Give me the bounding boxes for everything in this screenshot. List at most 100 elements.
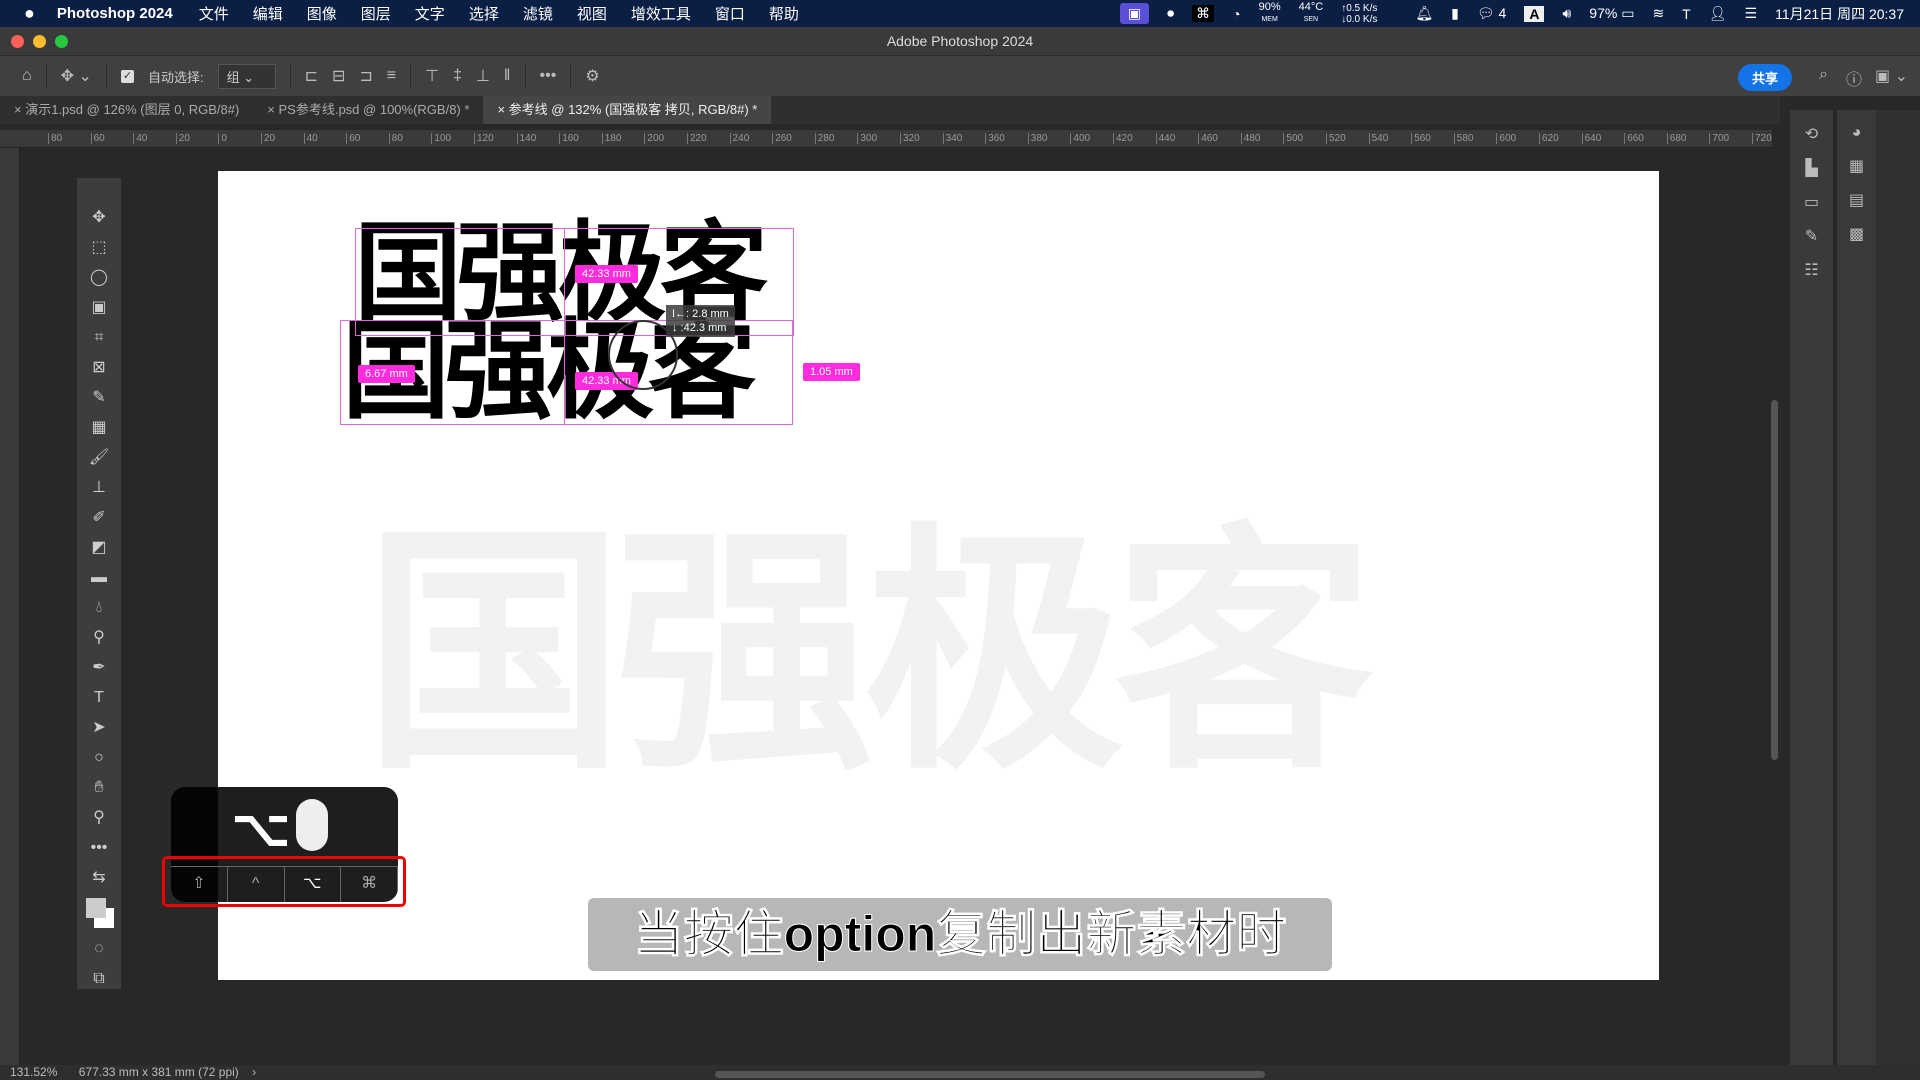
- clock[interactable]: 11月21日 周四 20:37: [1775, 4, 1904, 24]
- ruler-label: 460: [1198, 133, 1218, 144]
- tab-ps-guides[interactable]: × PS参考线.psd @ 100%(RGB/8) *: [253, 96, 483, 124]
- brush-tool[interactable]: 🖌︎: [84, 448, 114, 468]
- chevron-right-icon[interactable]: ›: [242, 1065, 256, 1079]
- menu-view[interactable]: 视图: [577, 3, 607, 24]
- command-icon[interactable]: ⌘: [1192, 5, 1215, 22]
- zoom-level[interactable]: 131.52%: [0, 1065, 57, 1079]
- menu-help[interactable]: 帮助: [769, 3, 799, 24]
- bell-icon[interactable]: 🔔︎: [1415, 5, 1433, 22]
- marquee-tool[interactable]: ⬚: [84, 238, 114, 258]
- zoom-window-button[interactable]: [55, 35, 68, 48]
- document-canvas[interactable]: 国强极客 国强极客 国强极客 42.33 mm 42.33 mm 6.67 mm…: [218, 171, 1659, 980]
- menu-file[interactable]: 文件: [199, 3, 229, 24]
- battery[interactable]: 97% ▭: [1589, 5, 1634, 22]
- comments-icon[interactable]: ▭: [1804, 192, 1819, 212]
- document-info[interactable]: 677.33 mm x 381 mm (72 ppi): [61, 1065, 239, 1079]
- gradient-tool[interactable]: ▬: [84, 568, 114, 588]
- pin-icon[interactable]: T: [1682, 6, 1691, 22]
- minimize-window-button[interactable]: [33, 35, 46, 48]
- align-top-icon[interactable]: ⊤: [425, 66, 439, 86]
- user-icon[interactable]: 👤︎: [1709, 5, 1727, 22]
- move-tool-icon[interactable]: ✥ ⌄: [61, 66, 92, 86]
- menu-image[interactable]: 图像: [307, 3, 337, 24]
- dodge-tool[interactable]: ⚲: [84, 628, 114, 648]
- horizontal-ruler[interactable]: 80 60 40 20 0 20 40 60 80 100 120 140 160 180 200 220 24…: [0, 130, 1772, 148]
- healing-tool[interactable]: ▦: [84, 418, 114, 438]
- tab-demo1[interactable]: × 演示1.psd @ 126% (图层 0, RGB/8#): [0, 96, 253, 124]
- more-icon[interactable]: •••: [540, 67, 557, 85]
- plugins-icon[interactable]: ▙: [1805, 158, 1817, 178]
- swatches-icon[interactable]: ▦: [1849, 156, 1864, 176]
- menu-window[interactable]: 窗口: [715, 3, 745, 24]
- patterns-icon[interactable]: ▩: [1849, 224, 1864, 244]
- align-bottom-icon[interactable]: ⊥: [476, 66, 490, 86]
- vertical-ruler[interactable]: [0, 148, 20, 1065]
- frame-tool[interactable]: ⊠: [84, 358, 114, 378]
- menu-edit[interactable]: 编辑: [253, 3, 283, 24]
- auto-select-checkbox[interactable]: ✓: [120, 69, 134, 83]
- distribute-vertical-icon[interactable]: ‖: [504, 67, 511, 85]
- close-window-button[interactable]: [11, 35, 24, 48]
- screen-share-icon[interactable]: ▣: [1119, 3, 1150, 24]
- swap-colors-icon[interactable]: ⇆: [84, 868, 114, 888]
- auto-select-dropdown[interactable]: 组 ⌄: [217, 63, 276, 89]
- more-tools-icon[interactable]: •••: [84, 838, 114, 858]
- eyedropper-tool[interactable]: ✎: [84, 388, 114, 408]
- type-tool[interactable]: T: [84, 688, 114, 708]
- align-center-icon[interactable]: ⊟: [332, 66, 345, 86]
- wifi-icon[interactable]: ≋: [1652, 5, 1664, 22]
- options-bar: ⌂ ✥ ⌄ ✓ 自动选择: 组 ⌄ ⊏ ⊟ ⊐ ≡ ⊤ ‡ ⊥ ‖ ••• ⚙ …: [0, 56, 1920, 96]
- lasso-tool[interactable]: ◯: [84, 268, 114, 288]
- eraser-tool[interactable]: ◩: [84, 538, 114, 558]
- menu-layer[interactable]: 图层: [361, 3, 391, 24]
- adjust-icon[interactable]: ☷: [1804, 260, 1818, 280]
- quick-mask-icon[interactable]: ◌: [84, 939, 114, 959]
- color-swatches[interactable]: [84, 898, 114, 929]
- crop-tool[interactable]: ⌗: [84, 328, 114, 348]
- screen-mode-icon[interactable]: ⧉: [84, 969, 114, 989]
- record-icon[interactable]: ⏺: [1167, 5, 1174, 22]
- pen-tool[interactable]: ✒: [84, 658, 114, 678]
- apple-icon[interactable]: ●: [24, 3, 35, 24]
- mem-stat[interactable]: 90% MEM: [1259, 2, 1281, 25]
- menu-filter[interactable]: 滤镜: [523, 3, 553, 24]
- help-icon[interactable]: ⓘ: [1846, 66, 1862, 90]
- distribute-icon[interactable]: ≡: [387, 67, 396, 85]
- zoom-tool[interactable]: ⚲: [84, 808, 114, 828]
- align-middle-icon[interactable]: ‡: [453, 67, 462, 85]
- vertical-scrollbar[interactable]: [1771, 400, 1778, 760]
- cursor-icon[interactable]: ◔: [1232, 6, 1240, 22]
- wechat-icon[interactable]: 💬︎ 4: [1477, 5, 1506, 22]
- workspace-icon[interactable]: ▣ ⌄: [1875, 66, 1908, 86]
- home-icon[interactable]: ⌂: [22, 67, 32, 85]
- object-select-tool[interactable]: ▣: [84, 298, 114, 318]
- shape-tool[interactable]: ○: [84, 748, 114, 768]
- menu-plugins[interactable]: 增效工具: [631, 3, 691, 24]
- move-tool[interactable]: ✥: [84, 208, 114, 228]
- history-brush-tool[interactable]: ✐: [84, 508, 114, 528]
- net-stat[interactable]: ↑0.5 K/s ↓0.0 K/s: [1341, 3, 1377, 25]
- volume-icon[interactable]: 🔊︎: [1562, 5, 1571, 22]
- path-select-tool[interactable]: ➤: [84, 718, 114, 738]
- temp-stat[interactable]: 44°C SEN: [1299, 2, 1324, 25]
- menu-type[interactable]: 文字: [415, 3, 445, 24]
- history-icon[interactable]: ⟲: [1805, 124, 1818, 144]
- horizontal-scrollbar[interactable]: [715, 1071, 1265, 1078]
- control-center-icon[interactable]: ☰: [1745, 5, 1758, 22]
- blur-tool[interactable]: 💧︎: [84, 598, 114, 618]
- align-right-icon[interactable]: ⊐: [359, 66, 372, 86]
- search-icon[interactable]: ⌕: [1819, 66, 1828, 84]
- input-method[interactable]: A: [1524, 5, 1545, 22]
- tab-guides[interactable]: × 参考线 @ 132% (国强极客 拷贝, RGB/8#) *: [483, 96, 772, 124]
- stamp-tool[interactable]: ⊥: [84, 478, 114, 498]
- brush-settings-icon[interactable]: ✎: [1805, 226, 1818, 246]
- gradients-icon[interactable]: ▤: [1849, 190, 1864, 210]
- bookmark-icon[interactable]: ▮: [1451, 5, 1459, 22]
- align-left-icon[interactable]: ⊏: [305, 66, 318, 86]
- app-menu[interactable]: Photoshop 2024: [57, 5, 173, 22]
- menu-select[interactable]: 选择: [469, 3, 499, 24]
- color-icon[interactable]: ◕: [1852, 124, 1862, 142]
- hand-tool[interactable]: ✋︎: [84, 778, 114, 798]
- share-button[interactable]: 共享: [1737, 64, 1792, 91]
- gear-icon[interactable]: ⚙: [585, 66, 599, 86]
